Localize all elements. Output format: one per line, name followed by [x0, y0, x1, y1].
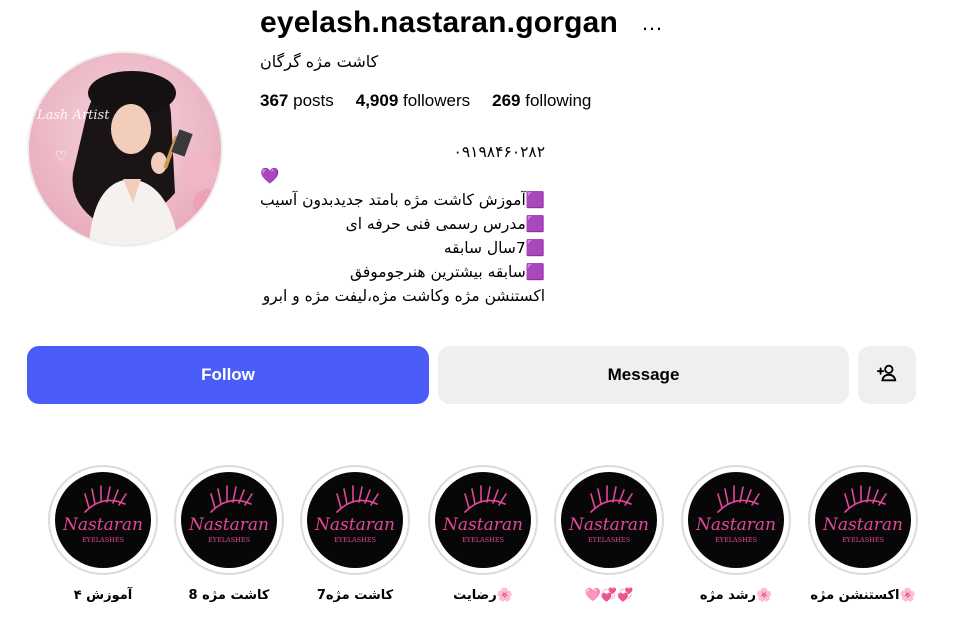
highlight-cover: Nastaran EYELASHES	[815, 472, 911, 568]
add-user-icon	[876, 362, 898, 389]
highlight-cover-subtitle: EYELASHES	[588, 536, 630, 544]
bio-line: اکستنشن مژه وکاشت مژه،لیفت مژه و ابرو	[262, 287, 546, 305]
svg-text:♡: ♡	[55, 148, 68, 164]
message-button[interactable]: Message	[438, 346, 849, 404]
highlight-label: 💞💞🩷	[584, 588, 634, 603]
bio-line: 🟪سابقه بیشترین هنرجوموفق	[349, 263, 546, 281]
highlight-cover: Nastaran EYELASHES	[181, 472, 277, 568]
highlight-cover: Nastaran EYELASHES	[561, 472, 657, 568]
highlight-label: 🌸اکستنشن مژه	[810, 588, 916, 603]
highlight-item[interactable]: Nastaran EYELASHES کاشت مژه 8	[170, 465, 288, 603]
highlight-cover-subtitle: EYELASHES	[82, 536, 124, 544]
highlight-ring: Nastaran EYELASHES	[808, 465, 918, 575]
followers-stat[interactable]: 4,909 followers	[356, 91, 470, 111]
avatar-script-text: Lash Artist	[36, 108, 110, 123]
following-count: 269	[492, 91, 521, 110]
posts-stat: 367 posts	[260, 91, 334, 111]
highlight-label: 🌸رضایت	[453, 588, 513, 603]
following-stat[interactable]: 269 following	[492, 91, 591, 111]
highlight-ring: Nastaran EYELASHES	[681, 465, 791, 575]
more-options-icon[interactable]: …	[640, 8, 664, 38]
highlight-cover-title: Nastaran	[62, 515, 143, 535]
highlight-cover: Nastaran EYELASHES	[688, 472, 784, 568]
story-highlights: Nastaran EYELASHES آموزش ۴ Nastaran EYELASHE…	[0, 465, 960, 615]
highlight-item[interactable]: Nastaran EYELASHES 🌸اکستنشن مژه	[804, 465, 922, 603]
following-label: following	[525, 91, 592, 110]
highlight-cover-subtitle: EYELASHES	[842, 536, 884, 544]
bio-line-heart: 💜	[260, 167, 280, 185]
highlight-item[interactable]: Nastaran EYELASHES کاشت مژه7	[296, 465, 414, 603]
highlight-cover-title: Nastaran	[442, 515, 523, 535]
highlight-cover-title: Nastaran	[822, 515, 903, 535]
highlight-cover-subtitle: EYELASHES	[462, 536, 504, 544]
highlight-ring: Nastaran EYELASHES	[174, 465, 284, 575]
highlight-ring: Nastaran EYELASHES	[428, 465, 538, 575]
highlight-ring: Nastaran EYELASHES	[48, 465, 158, 575]
highlight-item[interactable]: Nastaran EYELASHES آموزش ۴	[44, 465, 162, 603]
highlight-cover-title: Nastaran	[695, 515, 776, 535]
posts-count: 367	[260, 91, 289, 110]
posts-label: posts	[293, 91, 334, 110]
highlight-item[interactable]: Nastaran EYELASHES 🌸رشد مژه	[677, 465, 795, 603]
bio-line: 🟪7سال سابقه	[443, 239, 546, 257]
highlight-item[interactable]: Nastaran EYELASHES 🌸رضایت	[424, 465, 542, 603]
highlight-cover-subtitle: EYELASHES	[715, 536, 757, 544]
bio-line: 🟪مدرس رسمی فنی حرفه ای	[345, 215, 546, 233]
highlight-label: 🌸رشد مژه	[699, 588, 773, 603]
highlight-item[interactable]: Nastaran EYELASHES 💞💞🩷	[550, 465, 668, 603]
highlight-cover: Nastaran EYELASHES	[307, 472, 403, 568]
highlight-cover-subtitle: EYELASHES	[208, 536, 250, 544]
follow-button[interactable]: Follow	[27, 346, 429, 404]
bio-line: 🟪آموزش کاشت مژه بامتد جدیدبدون آسیب	[260, 191, 546, 209]
highlight-ring: Nastaran EYELASHES	[554, 465, 664, 575]
followers-label: followers	[403, 91, 471, 110]
avatar-image: Lash Artist ♡	[29, 53, 221, 245]
highlight-cover-title: Nastaran	[314, 515, 395, 535]
suggested-users-button[interactable]	[858, 346, 916, 404]
highlight-label: کاشت مژه 8	[188, 588, 270, 603]
highlight-ring: Nastaran EYELASHES	[300, 465, 410, 575]
highlight-cover-title: Nastaran	[188, 515, 269, 535]
bio-line-phone: ۰۹۱۹۸۴۶۰۲۸۲	[453, 143, 546, 161]
profile-avatar[interactable]: Lash Artist ♡	[27, 51, 223, 247]
highlight-cover-subtitle: EYELASHES	[334, 536, 376, 544]
profile-full-name: کاشت مژه گرگان	[260, 52, 379, 71]
profile-bio: ۰۹۱۹۸۴۶۰۲۸۲ 💜 🟪آموزش کاشت مژه بامتد جدید…	[260, 140, 545, 308]
highlight-cover: Nastaran EYELASHES	[435, 472, 531, 568]
highlight-label: کاشت مژه7	[316, 588, 394, 603]
profile-username: eyelash.nastaran.gorgan	[260, 6, 619, 39]
highlight-cover-title: Nastaran	[568, 515, 649, 535]
profile-stats: 367 posts 4,909 followers 269 following	[260, 91, 591, 111]
highlight-label: آموزش ۴	[73, 588, 133, 603]
highlight-cover: Nastaran EYELASHES	[55, 472, 151, 568]
followers-count: 4,909	[355, 91, 399, 110]
